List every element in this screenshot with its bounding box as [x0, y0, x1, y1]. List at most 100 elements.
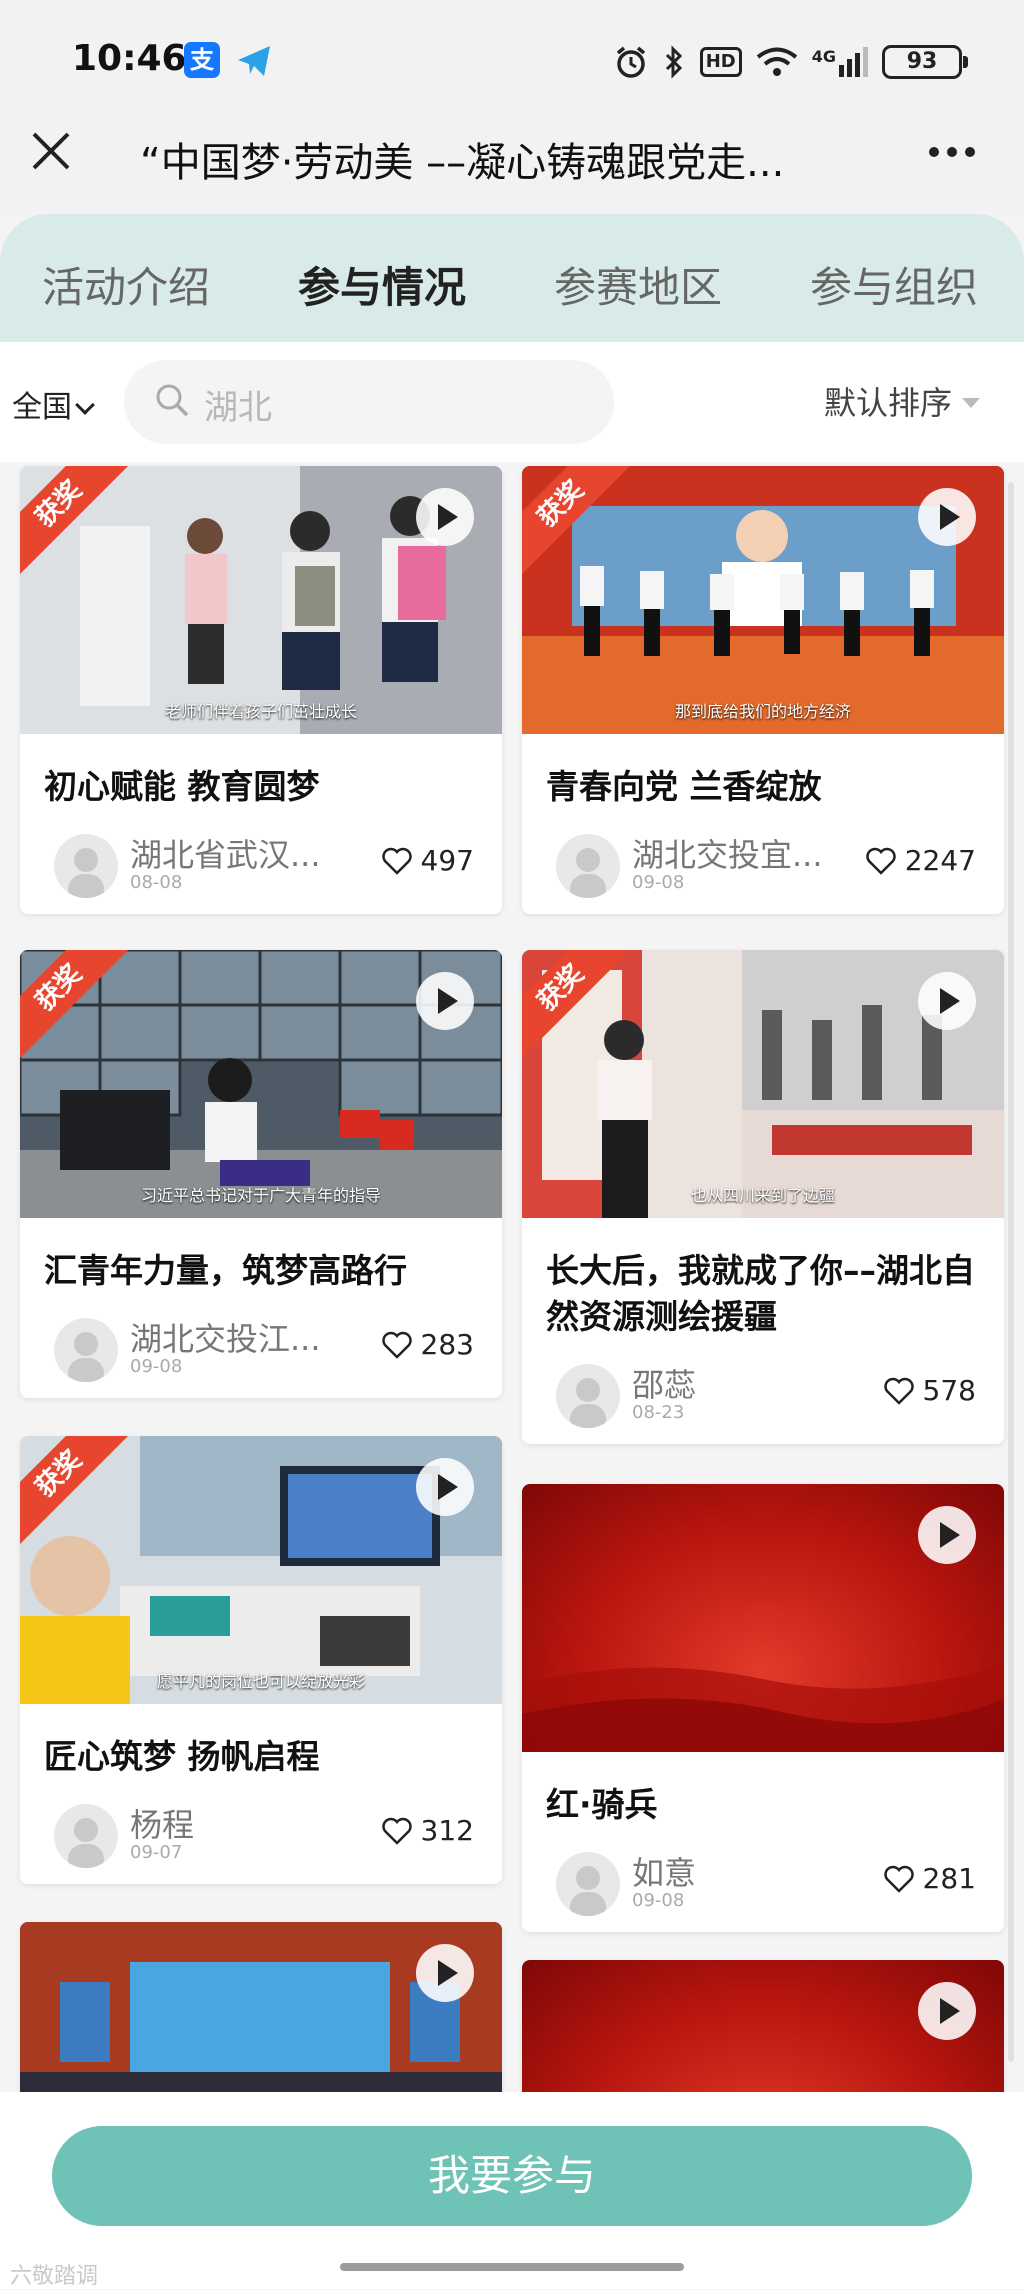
close-icon[interactable]: [28, 128, 74, 174]
video-thumbnail[interactable]: 获奖 也从四川来到了边疆: [522, 950, 1004, 1218]
heart-icon: [866, 847, 896, 875]
like-count: 497: [420, 844, 474, 877]
card-title: 汇青年力量，筑梦高路行: [44, 1251, 407, 1290]
like-button[interactable]: 578: [883, 1374, 976, 1407]
avatar: [54, 1804, 118, 1868]
sort-dropdown[interactable]: 默认排序: [824, 378, 980, 424]
search-value: 湖北: [204, 388, 272, 428]
post-date: 08-08: [130, 872, 183, 893]
card-title: 红·骑兵: [546, 1785, 658, 1824]
avatar: [54, 834, 118, 898]
play-icon[interactable]: [918, 972, 976, 1030]
like-button[interactable]: 2247: [865, 844, 976, 877]
tab-participation[interactable]: 参与情况: [298, 254, 466, 315]
video-card[interactable]: 红·骑兵 如意 09-08 281: [522, 1484, 1004, 1932]
tab-regions[interactable]: 参赛地区: [554, 254, 722, 315]
card-title: 长大后，我就成了你––湖北自然资源测绘援疆: [546, 1251, 975, 1336]
play-icon[interactable]: [918, 488, 976, 546]
video-thumbnail[interactable]: 获奖 愿平凡的岗位也可以绽放光彩: [20, 1436, 502, 1704]
avatar: [556, 834, 620, 898]
search-input[interactable]: 湖北: [124, 360, 614, 444]
like-count: 578: [922, 1374, 976, 1407]
author-name: 杨程: [130, 1806, 195, 1844]
avatar: [54, 1318, 118, 1382]
video-caption: 老师们伴着孩子们茁壮成长: [164, 702, 357, 721]
alarm-icon: [616, 46, 645, 78]
region-selector[interactable]: 全国: [12, 382, 95, 426]
video-caption: 愿平凡的岗位也可以绽放光彩: [156, 1672, 365, 1691]
hd-badge: HD: [699, 47, 742, 77]
nav-bar: “中国梦·劳动美 ––凝心铸魂跟党走...: [0, 110, 1024, 216]
tab-organizations[interactable]: 参与组织: [810, 254, 978, 315]
video-card[interactable]: 获奖 愿平凡的岗位也可以绽放光彩 匠心筑梦 扬帆启程 杨程 09-07 312: [20, 1436, 502, 1884]
heart-icon: [381, 1331, 412, 1359]
play-icon[interactable]: [416, 1944, 474, 2002]
cellular-signal-icon: 4G: [812, 47, 868, 77]
heart-icon: [381, 847, 412, 875]
card-title: 初心赋能 教育圆梦: [44, 767, 320, 806]
home-indicator[interactable]: [340, 2263, 684, 2271]
like-button[interactable]: 497: [381, 844, 474, 877]
wifi-icon: [756, 47, 797, 76]
bluetooth-icon: [665, 45, 682, 79]
heart-icon: [883, 1865, 914, 1893]
video-card[interactable]: [20, 1922, 502, 2092]
scrollbar[interactable]: [1008, 482, 1014, 2062]
video-card[interactable]: 获奖 也从四川来到了边疆 长大后，我就成了你––湖北自然资源测绘援疆 邵蕊 08…: [522, 950, 1004, 1444]
join-button[interactable]: 我要参与: [52, 2126, 972, 2226]
play-icon[interactable]: [918, 1982, 976, 2040]
like-count: 312: [420, 1814, 474, 1847]
video-thumbnail[interactable]: [20, 1922, 502, 2092]
heart-icon: [883, 1377, 914, 1405]
video-thumbnail[interactable]: 获奖 老师们伴着孩子们茁壮成长: [20, 466, 502, 734]
more-options-icon[interactable]: [924, 132, 980, 172]
caret-down-icon: [962, 398, 980, 408]
like-button[interactable]: 312: [381, 1814, 474, 1847]
post-date: 09-08: [632, 1890, 685, 1911]
video-card[interactable]: [522, 1960, 1004, 2092]
tab-activity-intro[interactable]: 活动介绍: [42, 254, 210, 315]
tab-bar: 活动介绍 参与情况 参赛地区 参与组织: [0, 214, 1024, 342]
video-card[interactable]: 获奖 习近平总书记对于广大青年的指导 汇青年力量，筑梦高路行 湖北交投江... …: [20, 950, 502, 1398]
video-thumbnail[interactable]: 获奖 习近平总书记对于广大青年的指导: [20, 950, 502, 1218]
video-thumbnail[interactable]: [522, 1484, 1004, 1752]
play-icon[interactable]: [918, 1506, 976, 1564]
search-icon: [156, 384, 189, 417]
alipay-icon: 支: [184, 42, 220, 78]
like-count: 281: [922, 1862, 976, 1895]
author-name: 湖北省武汉...: [130, 836, 321, 874]
card-meta: 湖北交投宜... 09-08 2247: [522, 810, 1004, 914]
card-meta: 邵蕊 08-23 578: [522, 1340, 1004, 1444]
card-meta: 如意 09-08 281: [522, 1828, 1004, 1932]
watermark: 六敬踏调: [10, 2264, 99, 2289]
video-card[interactable]: 获奖 老师们伴着孩子们茁壮成长 初心赋能 教育圆梦 湖北省武汉... 08-08…: [20, 466, 502, 914]
status-bar: 10:46 支 HD 4G 93: [0, 0, 1024, 120]
video-caption: 那到底给我们的地方经济: [674, 702, 851, 721]
video-card[interactable]: 获奖 那到底给我们的地方经济 青春向党 兰香绽放 湖北交投宜... 09-08 …: [522, 466, 1004, 914]
card-title: 青春向党 兰香绽放: [546, 767, 822, 806]
play-icon[interactable]: [416, 1458, 474, 1516]
like-count: 2247: [904, 844, 976, 877]
video-thumbnail[interactable]: 获奖 那到底给我们的地方经济: [522, 466, 1004, 734]
region-label: 全国: [12, 390, 72, 425]
card-meta: 湖北省武汉... 08-08 497: [20, 810, 502, 914]
heart-icon: [381, 1817, 412, 1845]
play-icon[interactable]: [416, 488, 474, 546]
post-date: 09-07: [130, 1842, 183, 1863]
sort-label: 默认排序: [823, 384, 952, 422]
avatar: [556, 1852, 620, 1916]
play-icon[interactable]: [416, 972, 474, 1030]
card-title: 匠心筑梦 扬帆启程: [44, 1737, 320, 1776]
video-feed[interactable]: 获奖 老师们伴着孩子们茁壮成长 初心赋能 教育圆梦 湖北省武汉... 08-08…: [0, 462, 1024, 2092]
status-time: 10:46: [72, 38, 187, 79]
card-meta: 杨程 09-07 312: [20, 1780, 502, 1884]
like-count: 283: [420, 1328, 474, 1361]
like-button[interactable]: 281: [883, 1862, 976, 1895]
avatar: [556, 1364, 620, 1428]
video-caption: 习近平总书记对于广大青年的指导: [140, 1186, 381, 1205]
battery-indicator: 93: [882, 45, 968, 79]
post-date: 09-08: [130, 1356, 183, 1377]
video-caption: 也从四川来到了边疆: [690, 1186, 835, 1205]
video-thumbnail[interactable]: [522, 1960, 1004, 2092]
like-button[interactable]: 283: [381, 1328, 474, 1361]
